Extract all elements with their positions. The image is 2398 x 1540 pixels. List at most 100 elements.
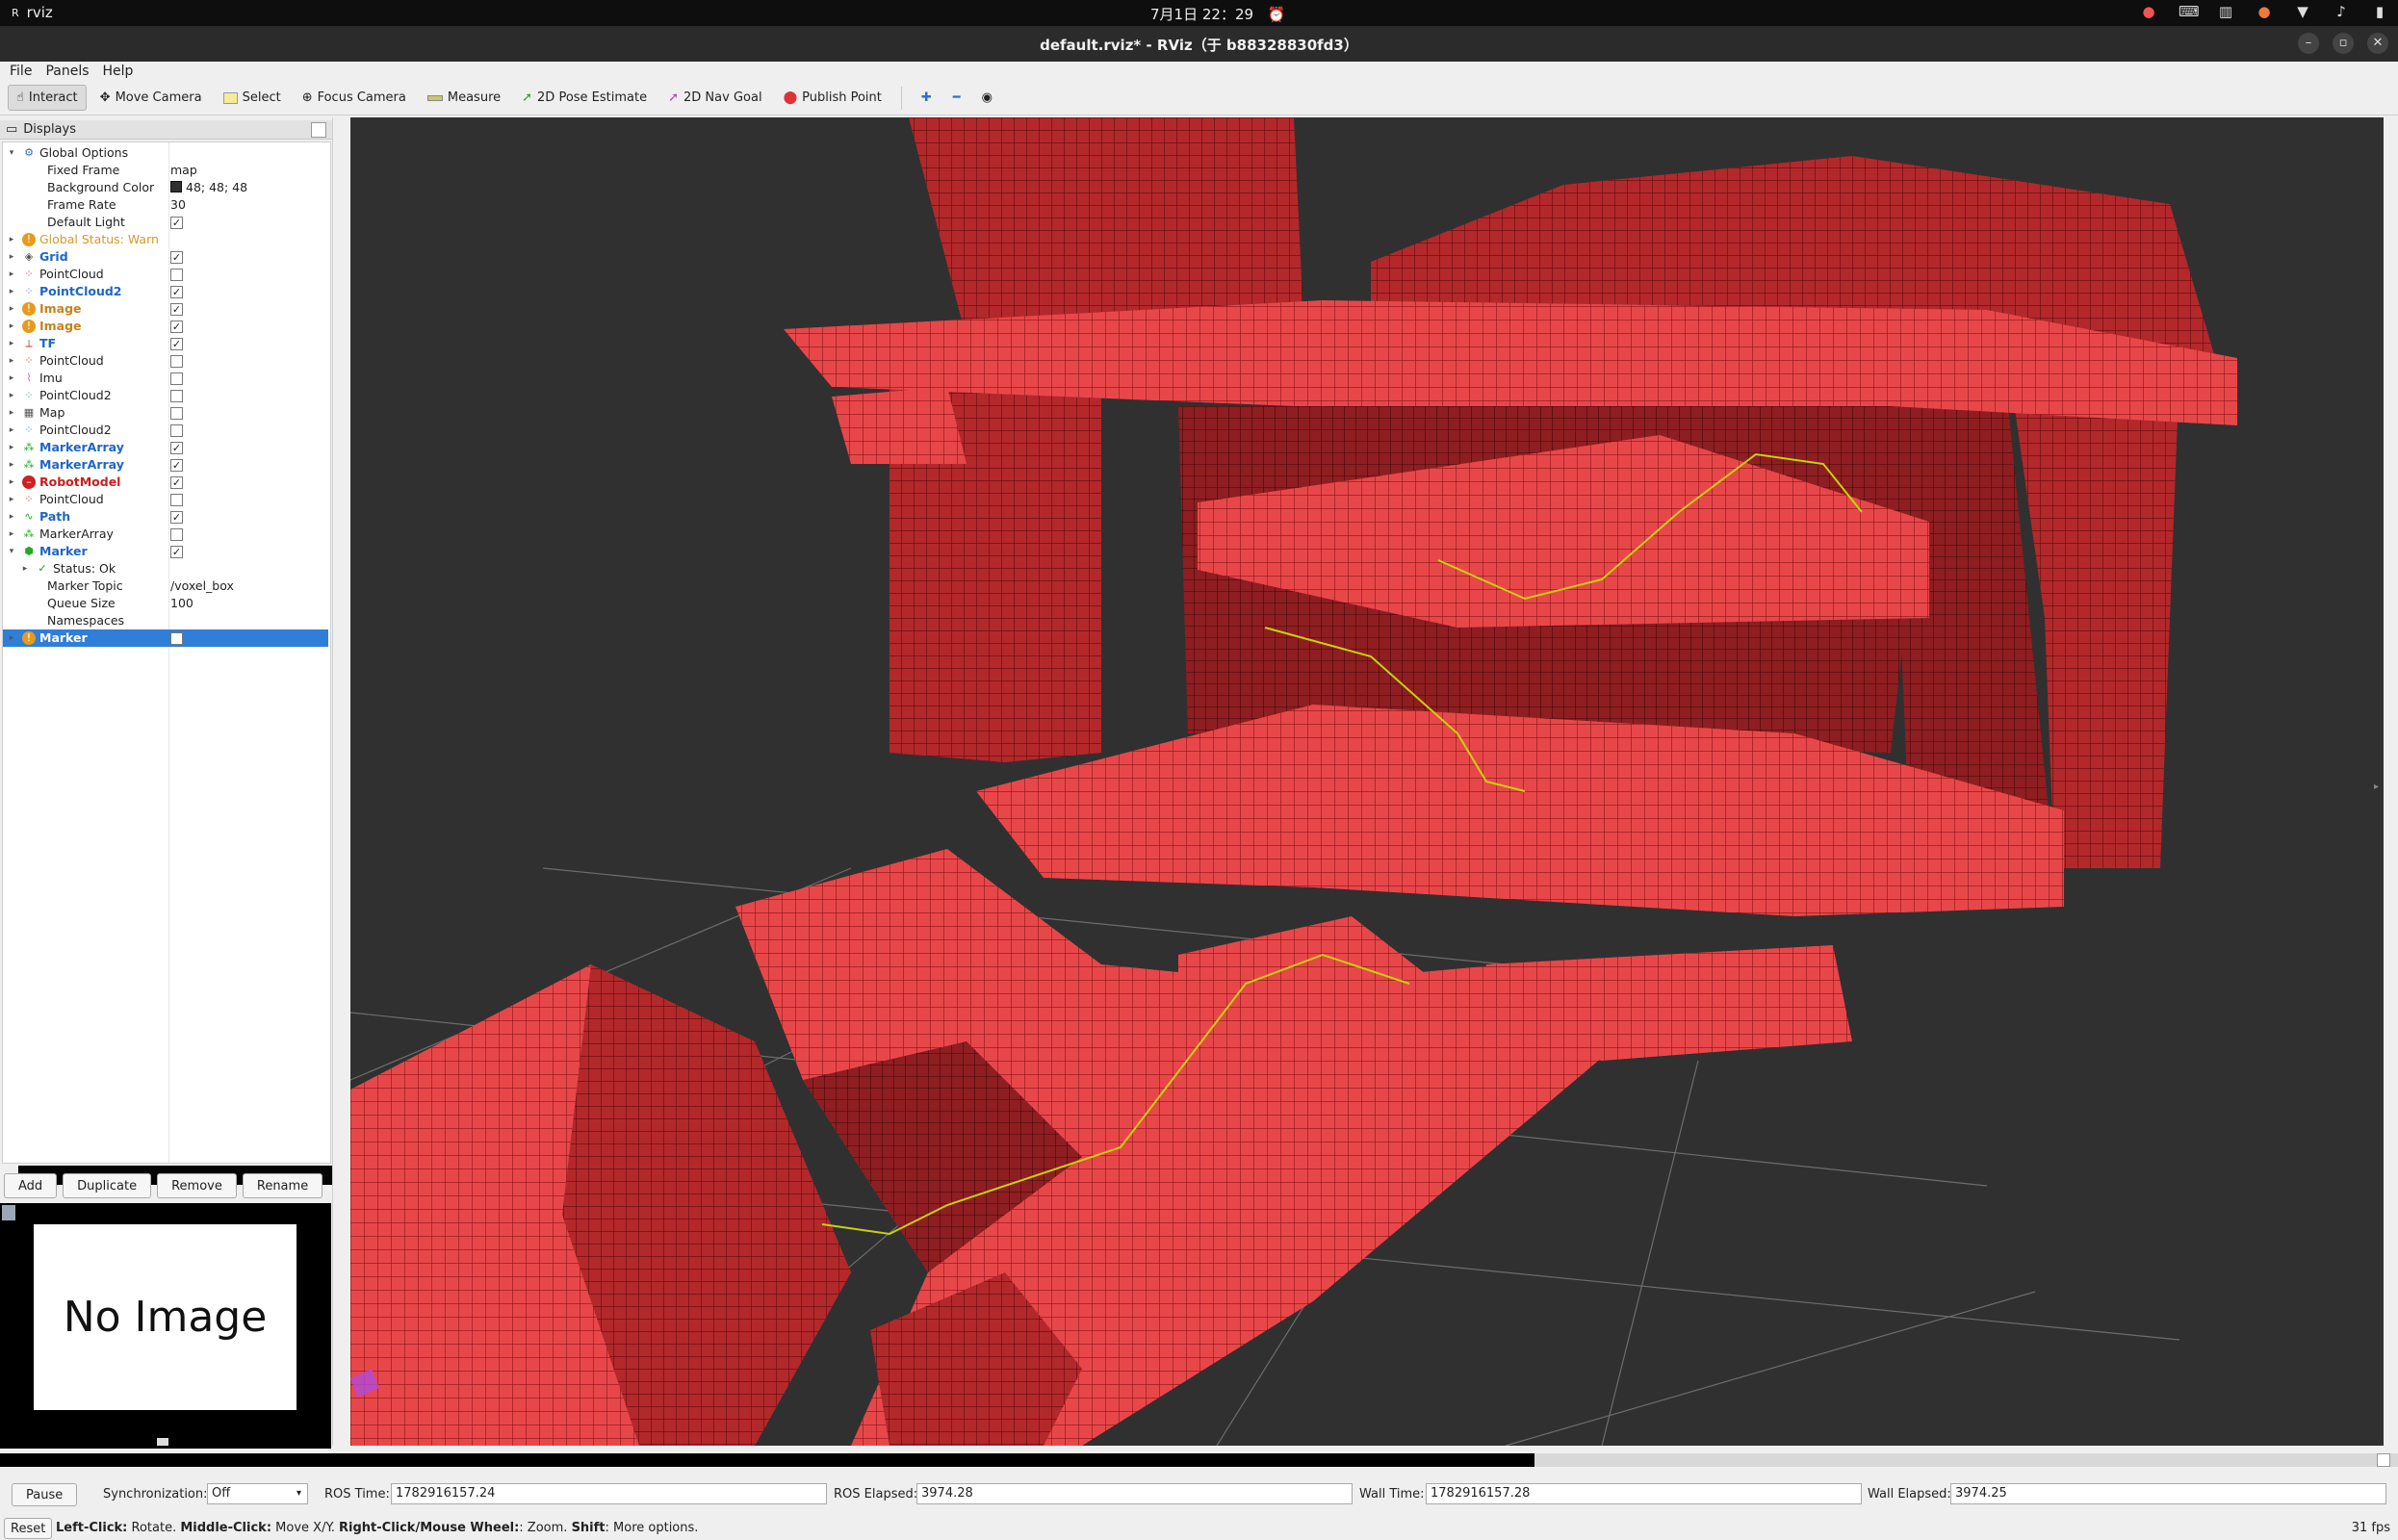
color-swatch[interactable] — [170, 181, 182, 192]
display-row[interactable]: Queue Size 100 — [3, 595, 328, 612]
chevron-right-icon[interactable]: ▸ — [7, 629, 16, 647]
chevron-right-icon[interactable]: ▸ — [7, 370, 16, 387]
chevron-right-icon[interactable]: ▸ — [7, 352, 16, 370]
reset-button[interactable]: Reset — [4, 1518, 53, 1539]
display-row[interactable]: ▸ ∿ Path ✓ — [3, 508, 328, 526]
display-row[interactable]: ▸ ⁘ PointCloud2 — [3, 387, 328, 404]
menu-panels[interactable]: Panels — [45, 64, 89, 79]
keyboard-icon[interactable]: ⌨ — [2179, 3, 2200, 20]
app-indicator-icon[interactable]: ● — [2256, 3, 2273, 20]
wall-time-field[interactable]: 1782916157.28 — [1426, 1483, 1862, 1504]
close-icon[interactable]: ✕ — [2367, 33, 2388, 54]
chevron-right-icon[interactable]: ▸ — [7, 248, 16, 266]
voxel-scene[interactable] — [350, 117, 2384, 1446]
display-enable-checkbox[interactable]: ✓ — [170, 546, 183, 558]
display-row-value[interactable]: map — [170, 162, 197, 179]
display-row-value[interactable]: 48; 48; 48 — [170, 179, 247, 196]
display-row[interactable]: ▾ ⚙ Global Options — [3, 144, 328, 162]
tool-select[interactable]: Select — [216, 86, 289, 110]
chevron-down-icon[interactable]: ▾ — [7, 144, 16, 162]
display-row[interactable]: ▸! Image ✓ — [3, 300, 328, 318]
display-enable-checkbox[interactable] — [170, 407, 183, 420]
chevron-right-icon[interactable]: ▸ — [7, 491, 16, 508]
display-row[interactable]: ▸ ⁘ PointCloud2 ✓ — [3, 283, 328, 300]
tool-properties-button[interactable]: ◉ — [974, 86, 1000, 110]
duplicate-button[interactable]: Duplicate — [63, 1173, 152, 1198]
chevron-right-icon[interactable]: ▸ — [20, 560, 30, 578]
display-enable-checkbox[interactable]: ✓ — [170, 442, 183, 454]
displays-tree[interactable]: ▾ ⚙ Global Options Fixed Frame map Background… — [2, 141, 332, 1185]
display-enable-checkbox[interactable]: ✓ — [170, 476, 183, 489]
chevron-right-icon[interactable]: ▸ — [7, 526, 16, 543]
display-enable-checkbox[interactable]: ✓ — [170, 632, 183, 645]
monitor-icon[interactable]: ▥ — [2217, 3, 2234, 20]
display-row[interactable]: ▸ ⁂ MarkerArray — [3, 526, 328, 543]
minimize-icon[interactable]: – — [2298, 33, 2319, 54]
display-enable-checkbox[interactable]: ✓ — [170, 338, 183, 350]
display-enable-checkbox[interactable]: ✓ — [170, 303, 183, 316]
display-row[interactable]: Background Color 48; 48; 48 — [3, 179, 328, 196]
display-row[interactable]: ▸ ⁘ PointCloud — [3, 266, 328, 283]
right-panel-collapse-handle[interactable]: ▸ — [2374, 782, 2384, 801]
display-enable-checkbox[interactable] — [170, 494, 183, 506]
system-app-menu[interactable]: R rviz — [12, 4, 53, 21]
chevron-right-icon[interactable]: ▸ — [7, 508, 16, 526]
tool-measure[interactable]: Measure — [420, 86, 508, 110]
display-row[interactable]: Default Light ✓ — [3, 214, 328, 231]
sync-select[interactable]: Off ▾ — [207, 1483, 308, 1504]
tool-2d-nav-goal[interactable]: ➚ 2D Nav Goal — [660, 86, 769, 110]
display-row[interactable]: ▸ ⁂ MarkerArray ✓ — [3, 439, 328, 456]
display-enable-checkbox[interactable]: ✓ — [170, 286, 183, 298]
display-row-value[interactable]: /voxel_box — [170, 578, 234, 595]
chevron-right-icon[interactable]: ▸ — [7, 474, 16, 491]
display-row-value[interactable]: 30 — [170, 196, 186, 214]
display-enable-checkbox[interactable] — [170, 372, 183, 385]
display-enable-checkbox[interactable] — [170, 424, 183, 437]
chevron-right-icon[interactable]: ▸ — [7, 231, 16, 248]
chevron-right-icon[interactable]: ▸ — [7, 335, 16, 352]
display-row[interactable]: Namespaces — [3, 612, 328, 629]
display-row[interactable]: ▸ ✓ Status: Ok — [3, 560, 328, 578]
maximize-icon[interactable]: ▫ — [2333, 33, 2354, 54]
display-row-value[interactable]: 100 — [170, 595, 193, 612]
display-enable-checkbox[interactable] — [170, 355, 183, 368]
display-enable-checkbox[interactable]: ✓ — [170, 459, 183, 472]
chevron-right-icon[interactable]: ▸ — [7, 283, 16, 300]
display-row[interactable]: ▸ ▦ Map — [3, 404, 328, 422]
display-enable-checkbox[interactable]: ✓ — [170, 321, 183, 333]
display-row[interactable]: ▸ ◈ Grid ✓ — [3, 248, 328, 266]
remove-button[interactable]: Remove — [157, 1173, 237, 1198]
display-row[interactable]: Fixed Frame map — [3, 162, 328, 179]
wifi-icon[interactable]: ▼ — [2294, 3, 2311, 20]
display-enable-checkbox[interactable]: ✓ — [170, 251, 183, 264]
display-row[interactable]: ▸ ⁘ PointCloud2 — [3, 422, 328, 439]
splitter-handle[interactable] — [157, 1438, 168, 1446]
pause-button[interactable]: Pause — [12, 1483, 78, 1506]
chevron-right-icon[interactable]: ▸ — [7, 439, 16, 456]
ros-time-field[interactable]: 1782916157.24 — [391, 1483, 827, 1504]
progress-toggle[interactable] — [2377, 1453, 2390, 1467]
display-row[interactable]: ▸ ⁘ PointCloud — [3, 491, 328, 508]
chevron-right-icon[interactable]: ▸ — [7, 300, 16, 318]
display-row[interactable]: ▸ ⟂ TF ✓ — [3, 335, 328, 352]
tool-focus-camera[interactable]: ⊕ Focus Camera — [295, 86, 414, 110]
display-row[interactable]: ▾ ⬢ Marker ✓ — [3, 543, 328, 560]
display-row[interactable]: ▸! Image ✓ — [3, 318, 328, 335]
display-row[interactable]: ▸ – RobotModel ✓ — [3, 474, 328, 491]
chevron-down-icon[interactable]: ▾ — [7, 543, 16, 560]
image-panel-menu-button[interactable] — [2, 1205, 15, 1220]
display-row[interactable]: Frame Rate 30 — [3, 196, 328, 214]
wall-elapsed-field[interactable]: 3974.25 — [1950, 1483, 2386, 1504]
chevron-right-icon[interactable]: ▸ — [7, 404, 16, 422]
display-row[interactable]: ▸! Global Status: Warn — [3, 231, 328, 248]
record-icon[interactable]: ● — [2140, 3, 2157, 20]
tool-2d-pose-estimate[interactable]: ➚ 2D Pose Estimate — [514, 86, 655, 110]
display-enable-checkbox[interactable]: ✓ — [170, 511, 183, 524]
remove-tool-button[interactable]: ━ — [945, 86, 968, 110]
display-row[interactable]: ▸ ⁂ MarkerArray ✓ — [3, 456, 328, 474]
display-enable-checkbox[interactable] — [170, 390, 183, 402]
tool-publish-point[interactable]: ⬤ Publish Point — [776, 86, 890, 110]
display-enable-checkbox[interactable] — [170, 269, 183, 281]
add-tool-button[interactable]: ✚ — [914, 86, 940, 110]
chevron-right-icon[interactable]: ▸ — [7, 456, 16, 474]
